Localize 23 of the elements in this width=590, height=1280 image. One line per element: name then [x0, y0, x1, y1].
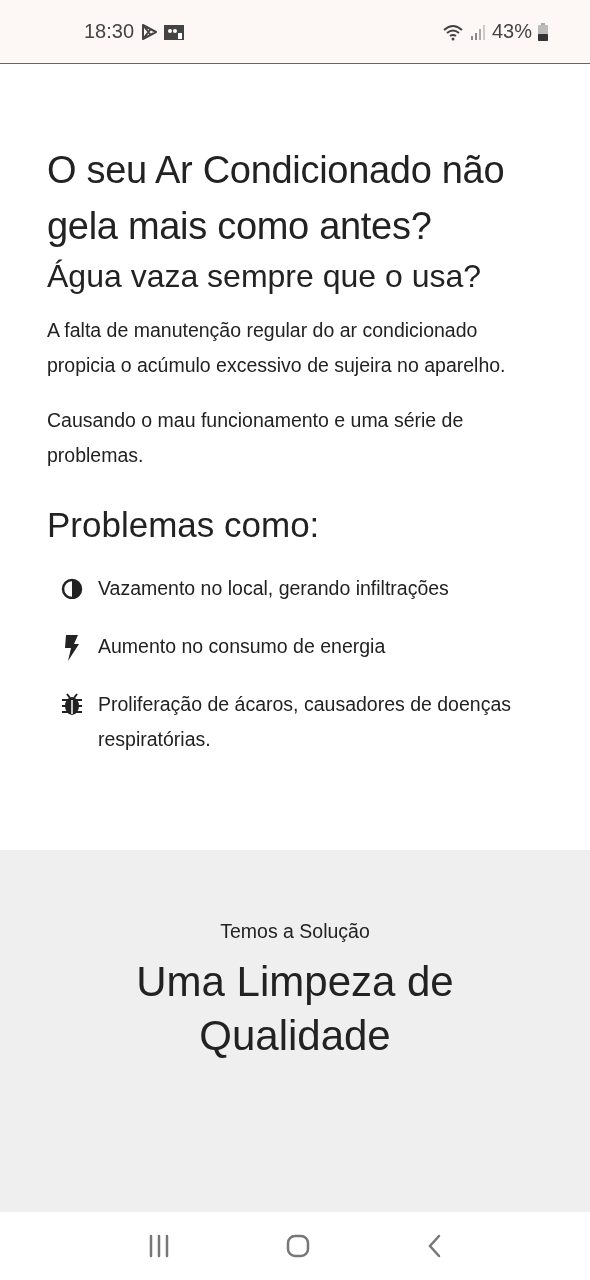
back-icon[interactable]: [426, 1234, 442, 1258]
battery-percent: 43%: [491, 20, 532, 43]
problem-text: Proliferação de ácaros, causadores de doenças respiratórias.: [98, 692, 512, 752]
body-paragraph: Causando o mau funcionamento e uma série de problemas.: [47, 408, 465, 468]
body-paragraph: A falta de manutenção regular do ar condicionado propicia o acúmulo excessivo de sujeira no aparelho.: [47, 318, 507, 378]
problem-text: Aumento no consumo de energia: [98, 634, 387, 659]
clock-time: 18:30: [84, 20, 135, 43]
half-drop-icon: [61, 577, 83, 599]
battery-icon: [538, 22, 548, 41]
signal-icon: [469, 23, 486, 40]
eyebrow-text: Temos a Solução: [219, 920, 371, 943]
play-icon: [140, 22, 159, 41]
problem-text: Vazamento no local, gerando infiltrações: [98, 576, 450, 601]
recent-apps-icon[interactable]: [148, 1234, 170, 1258]
notification-icon: [164, 23, 185, 40]
home-icon[interactable]: [286, 1234, 310, 1258]
lightning-bolt-icon: [64, 635, 80, 661]
section-heading: Problemas como:: [47, 504, 321, 546]
wifi-icon: [441, 22, 464, 41]
section-title: Uma Limpeza de Qualidade: [135, 957, 455, 1061]
subheading: Água vaza sempre que o usa?: [47, 257, 483, 296]
page-heading: O seu Ar Condicionado não gela mais como antes?: [47, 148, 506, 249]
bug-icon: [61, 693, 83, 715]
